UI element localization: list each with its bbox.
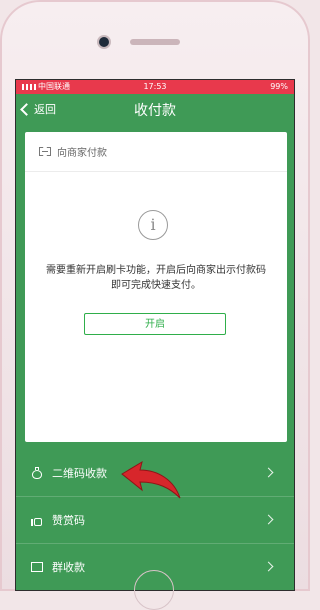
group-icon <box>31 561 43 573</box>
status-time: 17:53 <box>143 82 167 91</box>
thumbs-up-icon <box>31 514 43 526</box>
phone-frame: 中国联通 17:53 99% 返回 收付款 向商家付款 i 需要重新开启刷卡功能… <box>0 0 310 610</box>
chevron-right-icon <box>263 561 274 572</box>
front-camera <box>99 37 109 47</box>
enable-message: 需要重新开启刷卡功能，开启后向商家出示付款码即可完成快速支付。 <box>46 265 266 291</box>
enable-button[interactable]: 开启 <box>84 313 226 335</box>
money-bag-icon <box>31 467 43 479</box>
card-header-label: 向商家付款 <box>57 148 107 159</box>
menu-item-label: 二维码收款 <box>52 467 107 480</box>
phone-screen: 中国联通 17:53 99% 返回 收付款 向商家付款 i 需要重新开启刷卡功能… <box>15 79 295 591</box>
menu-item-label: 赞赏码 <box>52 514 85 527</box>
annotation-arrow-icon <box>121 460 181 499</box>
info-icon: i <box>138 210 168 240</box>
chevron-right-icon <box>263 514 274 525</box>
navigation-bar: 返回 收付款 <box>16 94 294 126</box>
page-title: 收付款 <box>134 103 176 119</box>
chevron-right-icon <box>263 467 274 478</box>
earpiece-speaker <box>130 39 180 45</box>
home-button[interactable] <box>134 570 174 610</box>
scan-icon <box>39 147 51 156</box>
pay-merchant-card: 向商家付款 i 需要重新开启刷卡功能，开启后向商家出示付款码即可完成快速支付。 … <box>25 132 287 442</box>
card-header[interactable]: 向商家付款 <box>25 132 287 172</box>
status-bar: 中国联通 17:53 99% <box>16 80 294 94</box>
battery-label: 99% <box>270 82 288 91</box>
menu-item-label: 群收款 <box>52 561 85 574</box>
